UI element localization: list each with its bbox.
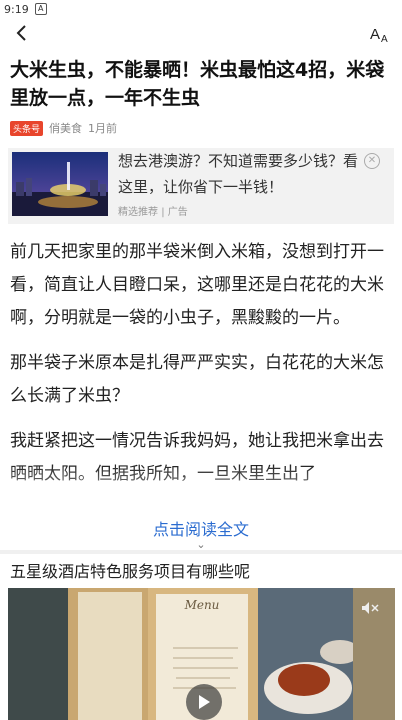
source-badge: 头条号: [10, 120, 44, 136]
ad-sub-label: 精选推荐 | 广告: [118, 203, 188, 218]
author-name[interactable]: 俏美食: [49, 120, 82, 136]
play-icon[interactable]: [186, 684, 222, 720]
status-time: 9:19: [4, 2, 29, 16]
ad-card[interactable]: 想去港澳游？不知道需要多少钱？看这里，让你省下一半钱！ 精选推荐 | 广告 ✕: [8, 148, 394, 224]
article-meta: 头条号 俏美食 1月前: [0, 120, 402, 136]
publish-date: 1月前: [88, 122, 118, 135]
svg-text:A: A: [381, 34, 388, 45]
read-more-button[interactable]: 点击阅读全文 ⌄: [0, 516, 402, 550]
mute-icon[interactable]: [361, 600, 379, 614]
nav-bar: A A: [0, 18, 402, 48]
recommend-title[interactable]: 五星级酒店特色服务项目有哪些呢: [10, 558, 250, 582]
video-player[interactable]: Menu: [8, 588, 395, 720]
back-arrow-icon[interactable]: [8, 20, 34, 46]
section-divider: [0, 550, 402, 554]
ad-separator: |: [161, 207, 165, 218]
paragraph: 前几天把家里的那半袋米倒入米箱，没想到打开一看，简直让人目瞪口呆，这哪里还是白花…: [10, 242, 384, 328]
read-more-label: 点击阅读全文: [152, 520, 249, 539]
notification-icon: A: [34, 3, 47, 15]
menu-title: Menu: [184, 598, 220, 612]
svg-text:A: A: [370, 26, 380, 43]
chevron-down-icon: ⌄: [196, 538, 206, 551]
article-title: 大米生虫，不能暴晒！米虫最怕这4招，米袋里放一点，一年不生虫: [10, 59, 385, 109]
ad-headline: 想去港澳游？不知道需要多少钱？看这里，让你省下一半钱！: [118, 152, 359, 196]
ad-source: 精选推荐: [118, 207, 158, 218]
font-size-icon[interactable]: A A: [368, 22, 392, 46]
status-bar: 9:19 A: [0, 0, 402, 18]
paragraph: 那半袋子米原本是扎得严严实实，白花花的大米怎么长满了米虫？: [10, 353, 384, 406]
ad-thumbnail: [12, 152, 108, 216]
close-icon[interactable]: ✕: [364, 153, 380, 169]
ad-tag: 广告: [167, 207, 188, 218]
